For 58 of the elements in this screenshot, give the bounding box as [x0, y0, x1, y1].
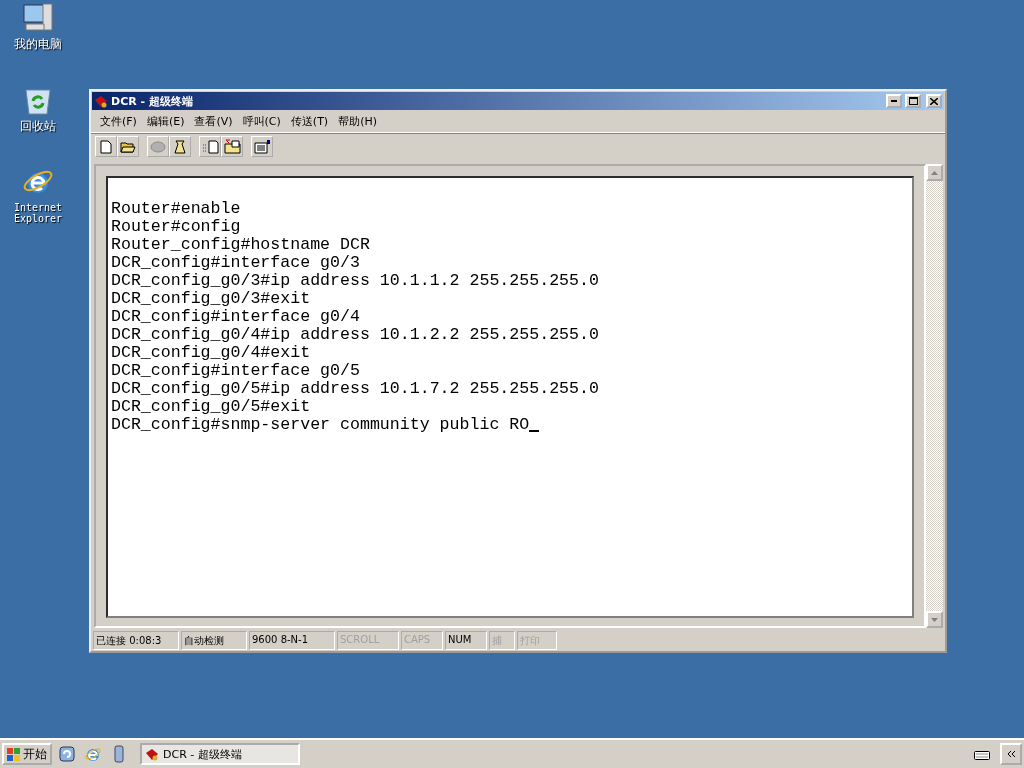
- toolbar-button[interactable]: [251, 136, 273, 157]
- computer-icon: [21, 2, 55, 34]
- scroll-up-button[interactable]: [926, 164, 943, 181]
- terminal-line: Router#config: [111, 218, 242, 236]
- taskbar-task[interactable]: DCR - 超级终端: [140, 743, 300, 765]
- desktop-icon-label[interactable]: 我的电脑: [14, 38, 62, 52]
- minimize-button[interactable]: [886, 94, 902, 108]
- expand-tray-button[interactable]: [1000, 743, 1022, 765]
- app-icon: [145, 747, 159, 761]
- minimize-icon: [891, 100, 897, 102]
- terminal-line: DCR_config#snmp-server community public RO: [111, 416, 909, 434]
- terminal-line: DCR_config_g0/3#ip address 10.1.1.2 255.255.255.0: [111, 272, 600, 290]
- close-button[interactable]: [926, 94, 942, 108]
- terminal-line: Router_config#hostname DCR: [111, 236, 371, 254]
- up-arrow-icon: [931, 170, 938, 175]
- window-title: DCR - 超级终端: [111, 93, 194, 109]
- new-document-icon: [100, 139, 112, 154]
- desktop-icon-label[interactable]: 回收站: [20, 120, 56, 134]
- menu-item[interactable]: 编辑(E): [141, 113, 190, 130]
- terminal-line: DCR_config_g0/4#ip address 10.1.2.2 255.255.255.0: [111, 326, 600, 344]
- status-field: 已连接 0:08:3: [93, 631, 179, 650]
- app-icon: [94, 94, 108, 108]
- close-icon: [930, 97, 938, 105]
- menu-item[interactable]: 查看(V): [189, 113, 238, 130]
- desktop-icon-label[interactable]: Internet Explorer: [4, 202, 72, 224]
- toolbar-button[interactable]: [117, 136, 139, 157]
- status-field: NUM: [445, 631, 487, 650]
- terminal-line: DCR_config#interface g0/3: [111, 254, 361, 272]
- maximize-button[interactable]: [905, 94, 921, 108]
- vertical-scrollbar[interactable]: [926, 164, 943, 628]
- down-arrow-icon: [931, 617, 938, 622]
- properties-icon: [253, 139, 271, 154]
- menu-item[interactable]: 呼叫(C): [237, 113, 286, 130]
- terminal-line: DCR_config_g0/5#ip address 10.1.7.2 255.255.255.0: [111, 380, 600, 398]
- terminal-line: DCR_config_g0/4#exit: [111, 344, 312, 362]
- menu-item[interactable]: 帮助(H): [333, 113, 382, 130]
- scroll-down-button[interactable]: [926, 611, 943, 628]
- menu-item[interactable]: 文件(F): [95, 113, 142, 130]
- document-icon: [201, 139, 219, 154]
- maximize-icon: [908, 97, 918, 105]
- folder-icon: [223, 139, 241, 154]
- status-field: 9600 8-N-1: [249, 631, 335, 650]
- open-folder-icon: [120, 140, 136, 153]
- toolbar-button[interactable]: [169, 136, 191, 157]
- start-button[interactable]: 开始: [2, 743, 52, 765]
- status-field: 自动检测: [181, 631, 247, 650]
- terminal-line: DCR_config#interface g0/4: [111, 308, 361, 326]
- menu-item[interactable]: 传送(T): [285, 113, 334, 130]
- double-chevron-icon: [1006, 751, 1016, 757]
- terminal-line: DCR_config#interface g0/5: [111, 362, 361, 380]
- terminal-line: Router#enable: [111, 200, 242, 218]
- terminal-line: DCR_config_g0/5#exit: [111, 398, 312, 416]
- e-logo-icon: [84, 745, 102, 763]
- terminal-line: DCR_config_g0/3#exit: [111, 290, 312, 308]
- toolbar-button[interactable]: [221, 136, 243, 157]
- refresh-icon: [58, 745, 76, 763]
- windows-flag-icon: [7, 747, 21, 761]
- keyboard-icon: [974, 748, 990, 760]
